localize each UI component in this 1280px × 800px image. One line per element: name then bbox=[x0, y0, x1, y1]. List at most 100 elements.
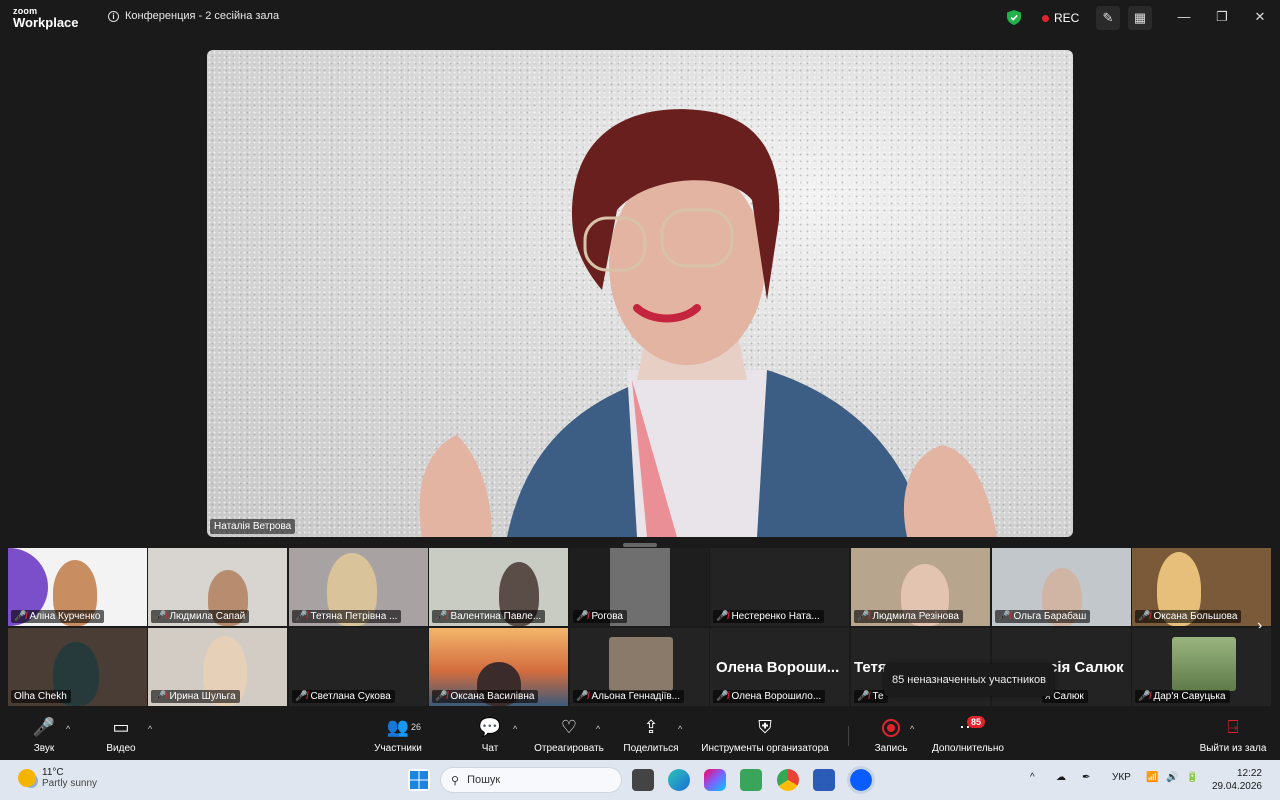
annotate-button[interactable]: ✎ bbox=[1096, 6, 1120, 30]
participant-tile[interactable]: 🎤̸ Ольга Барабаш bbox=[992, 548, 1131, 626]
pencil-icon: ✎ bbox=[1102, 10, 1114, 25]
muted-mic-icon: 🎤̸ bbox=[716, 691, 729, 702]
record-options-chevron-icon[interactable]: ^ bbox=[910, 724, 914, 734]
muted-mic-icon: 🎤̸ bbox=[576, 691, 589, 702]
participant-tile[interactable]: 🎤̸ Людмила Сапай bbox=[148, 548, 287, 626]
react-button[interactable]: ♡ Отреагировать bbox=[532, 710, 606, 760]
participant-tile[interactable]: 🎤̸ Светлана Сукова bbox=[289, 628, 428, 706]
chrome-icon[interactable] bbox=[777, 769, 799, 791]
participant-tile[interactable]: 🎤̸ Людмила Резінова bbox=[851, 548, 990, 626]
participant-tile[interactable]: 🎤̸ Тетяна Петрівна ... bbox=[289, 548, 428, 626]
share-options-chevron-icon[interactable]: ^ bbox=[678, 724, 682, 734]
pen-icon[interactable]: ✒ bbox=[1082, 772, 1090, 783]
participants-button[interactable]: 👥 Участники bbox=[370, 710, 426, 760]
video-button[interactable]: ▭ Видео bbox=[103, 710, 139, 760]
partly-sunny-icon bbox=[18, 769, 36, 787]
record-button[interactable]: Запись bbox=[873, 710, 909, 760]
participant-tile[interactable]: 🎤̸ Нестеренко Ната... bbox=[710, 548, 849, 626]
muted-mic-icon: 🎤̸ bbox=[857, 611, 870, 622]
video-options-chevron-icon[interactable]: ^ bbox=[148, 724, 152, 734]
toolbar-divider bbox=[848, 726, 849, 746]
weather-widget[interactable]: 11°C Partly sunny bbox=[18, 767, 97, 789]
participant-tile[interactable]: 🎤̸ Аліна Курченко bbox=[8, 548, 147, 626]
zoom-logo: zoom Workplace bbox=[13, 6, 79, 30]
record-dot-icon bbox=[1042, 14, 1049, 22]
notification-badge: 85 bbox=[967, 716, 986, 728]
muted-mic-icon: 🎤̸ bbox=[154, 611, 167, 622]
participants-count: 26 bbox=[411, 722, 422, 732]
record-icon bbox=[882, 717, 900, 739]
participants-icon: 👥 bbox=[386, 717, 410, 737]
volume-icon[interactable]: 🔊 bbox=[1166, 772, 1178, 783]
share-screen-icon: ⇪ bbox=[643, 717, 659, 737]
chat-button[interactable]: 💬 Чат bbox=[476, 710, 504, 760]
unassigned-participants-tooltip: 85 неназначенных участников bbox=[884, 664, 1054, 696]
host-tools-button[interactable]: ⛨ Инструменты организатора bbox=[698, 710, 832, 760]
participant-tile[interactable]: 🎤̸ Дар'я Савуцька bbox=[1132, 628, 1271, 706]
active-speaker-video[interactable] bbox=[207, 50, 1073, 537]
resize-handle[interactable] bbox=[623, 543, 657, 547]
system-clock[interactable]: 12:22 29.04.2026 bbox=[1212, 767, 1262, 793]
muted-mic-icon: 🎤̸ bbox=[435, 611, 448, 622]
encryption-shield-icon[interactable] bbox=[1007, 10, 1021, 25]
zoom-app-icon[interactable] bbox=[847, 766, 875, 794]
participant-tile[interactable]: 🎤̸ Рогова bbox=[570, 548, 709, 626]
shield-icon: ⛨ bbox=[758, 717, 772, 737]
wifi-icon[interactable]: 📶 bbox=[1146, 772, 1158, 783]
participant-tile[interactable]: 🎤̸ Оксана Василівна bbox=[429, 628, 568, 706]
muted-mic-icon: 🎤̸ bbox=[154, 691, 167, 702]
grid-view-icon: ▦ bbox=[1133, 10, 1147, 25]
participant-tile[interactable]: 🎤̸ Ирина Шульга bbox=[148, 628, 287, 706]
participant-tile[interactable]: Олена Вороши... 🎤̸ Олена Ворошило... bbox=[710, 628, 849, 706]
participant-tile[interactable]: 🎤̸ Альона Геннадіїв... bbox=[570, 628, 709, 706]
muted-mic-icon: 🎤̸ bbox=[576, 611, 589, 622]
meeting-toolbar: 🎤 Звук ^ ▭ Видео ^ 👥 Участники 26 💬 Чат … bbox=[0, 710, 1280, 760]
muted-microphone-icon: 🎤 bbox=[32, 717, 56, 737]
minimize-button[interactable]: — bbox=[1174, 9, 1194, 24]
react-options-chevron-icon[interactable]: ^ bbox=[596, 724, 600, 734]
audio-button[interactable]: 🎤 Звук bbox=[28, 710, 60, 760]
recording-indicator[interactable]: REC bbox=[1042, 11, 1079, 25]
meet-icon[interactable] bbox=[740, 769, 762, 791]
participant-tile[interactable]: Olha Chekh bbox=[8, 628, 147, 706]
avatar bbox=[609, 637, 673, 691]
task-view-icon[interactable] bbox=[632, 769, 654, 791]
muted-mic-icon: 🎤̸ bbox=[998, 611, 1011, 622]
search-icon: ⚲ bbox=[451, 774, 460, 787]
restore-button[interactable]: ❐ bbox=[1212, 9, 1232, 25]
participant-tile[interactable]: 🎤̸ Оксана Большова bbox=[1132, 548, 1271, 626]
title-bar: zoom Workplace i Конференция - 2 сесійна… bbox=[0, 0, 1280, 36]
muted-mic-icon: 🎤̸ bbox=[435, 691, 448, 702]
windows-start-icon[interactable] bbox=[408, 769, 430, 791]
speaker-figure bbox=[419, 109, 997, 537]
heart-icon: ♡ bbox=[560, 717, 578, 737]
muted-mic-icon: 🎤̸ bbox=[1138, 691, 1151, 702]
copilot-icon[interactable] bbox=[704, 769, 726, 791]
close-button[interactable]: ✕ bbox=[1250, 9, 1270, 25]
leave-room-icon: ⍈ bbox=[1227, 717, 1239, 737]
tray-overflow-chevron-icon[interactable]: ^ bbox=[1030, 772, 1035, 783]
participant-tile[interactable]: 🎤̸ Валентина Павле... bbox=[429, 548, 568, 626]
muted-mic-icon: 🎤̸ bbox=[857, 691, 870, 702]
muted-mic-icon: 🎤̸ bbox=[716, 611, 729, 622]
taskbar-search[interactable]: ⚲ Пошук bbox=[440, 767, 622, 793]
muted-mic-icon: 🎤̸ bbox=[295, 611, 308, 622]
battery-icon[interactable]: 🔋 bbox=[1186, 772, 1198, 783]
audio-options-chevron-icon[interactable]: ^ bbox=[66, 724, 70, 734]
windows-taskbar: 11°C Partly sunny ⚲ Пошук ^ ☁ ✒ УКР 📶 🔊 … bbox=[0, 760, 1280, 800]
speaker-name-label: Наталія Ветрова bbox=[210, 519, 296, 534]
muted-mic-icon: 🎤̸ bbox=[14, 611, 27, 622]
view-button[interactable]: ▦ bbox=[1128, 6, 1152, 30]
cloud-icon[interactable]: ☁ bbox=[1056, 772, 1066, 783]
muted-mic-icon: 🎤̸ bbox=[1138, 611, 1151, 622]
word-icon[interactable] bbox=[813, 769, 835, 791]
edge-browser-icon[interactable] bbox=[668, 769, 690, 791]
chat-options-chevron-icon[interactable]: ^ bbox=[513, 724, 517, 734]
leave-room-button[interactable]: ⍈ Выйти из зала bbox=[1200, 710, 1267, 760]
meeting-title: Конференция - 2 сесійна зала bbox=[125, 10, 280, 22]
info-icon[interactable]: i bbox=[108, 10, 119, 22]
language-indicator[interactable]: УКР bbox=[1112, 772, 1131, 783]
share-screen-button[interactable]: ⇪ Поделиться bbox=[622, 710, 680, 760]
video-camera-icon: ▭ bbox=[112, 717, 130, 737]
meeting-info[interactable]: i Конференция - 2 сесійна зала bbox=[108, 10, 279, 22]
